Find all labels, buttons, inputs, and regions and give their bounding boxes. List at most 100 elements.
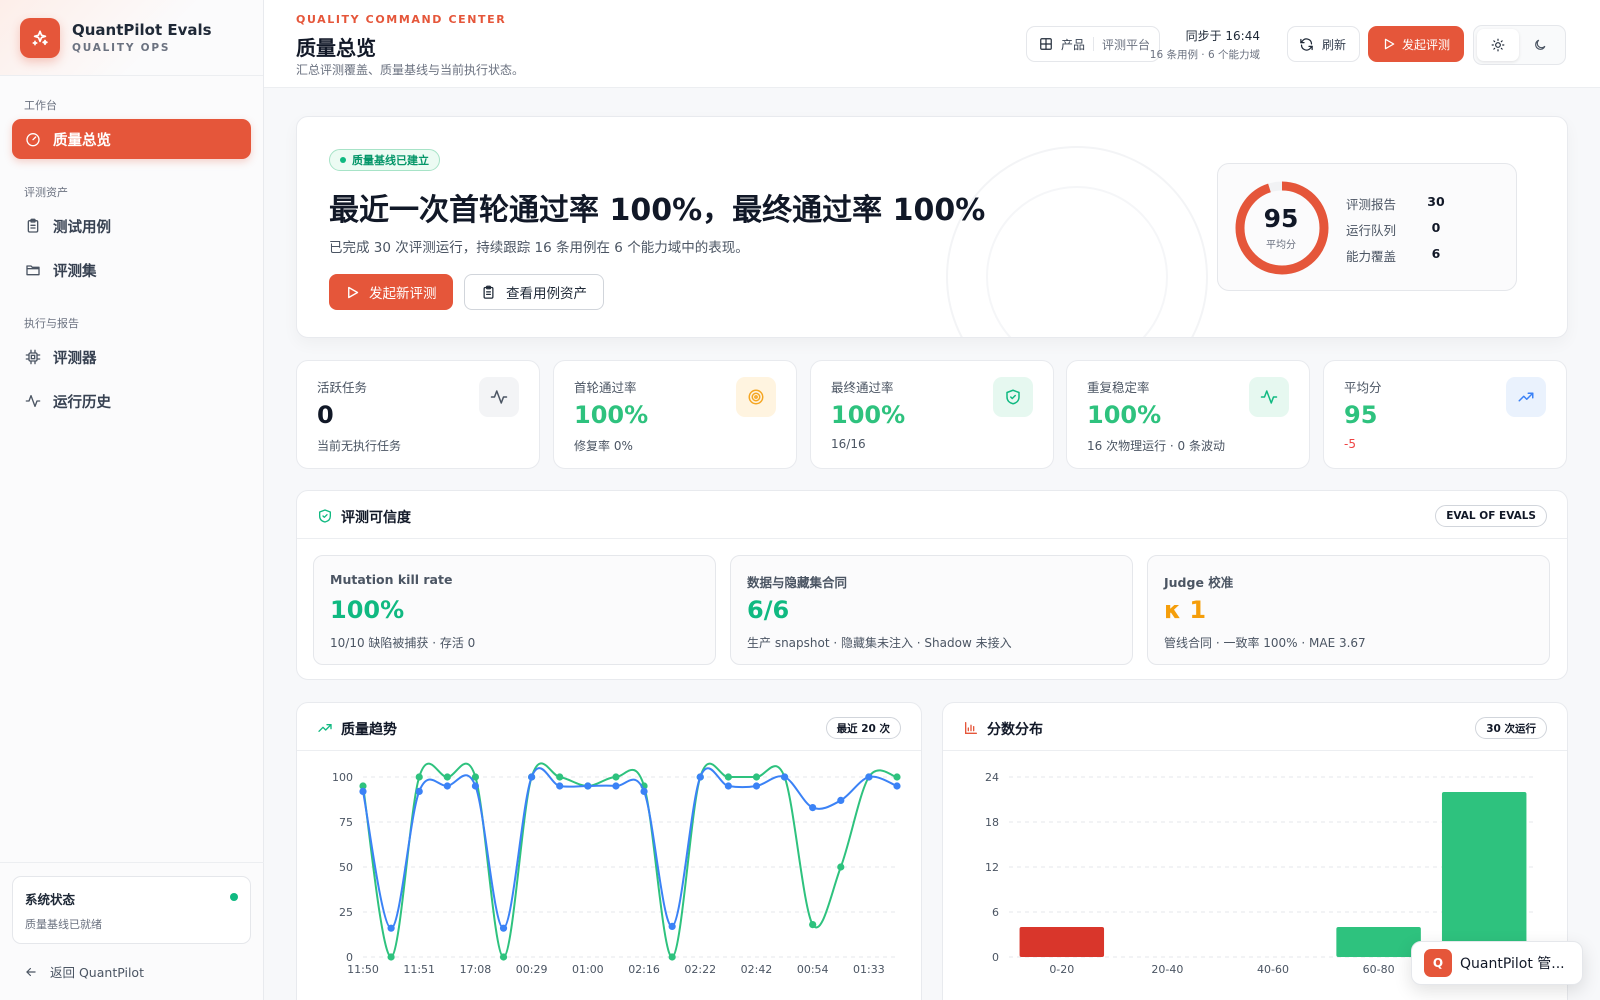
play-icon [1384, 38, 1395, 50]
quality-trend-chart: 025507510011:50 11:51 17:08 00:29 01:00 02:16… [332, 762, 901, 976]
eval-trust-section: 评测可信度 EVAL OF EVALS Mutation kill rate 1… [296, 490, 1568, 680]
data-point [528, 773, 536, 781]
y-tick-label: 0 [992, 951, 999, 964]
kpi-label: 首轮通过率 [574, 380, 637, 395]
x-tick-label: 17:08 [460, 963, 492, 976]
sun-icon [1491, 38, 1505, 52]
sidebar-item-test-cases[interactable]: 测试用例 [12, 206, 251, 246]
bar [1336, 927, 1421, 957]
data-point [471, 782, 480, 790]
kpi-label: 活跃任务 [317, 380, 368, 395]
x-tick-label: 02:42 [741, 963, 773, 976]
chip-icon [25, 349, 41, 365]
sidebar-item-evaluators[interactable]: 评测器 [12, 337, 251, 377]
kpi-active-tasks: 活跃任务 0 当前无执行任务 [296, 360, 540, 469]
page-description: 汇总评测覆盖、质量基线与当前执行状态。 [296, 63, 525, 77]
kpi-sub: 16 次物理运行 · 0 条波动 [1087, 439, 1225, 453]
sidebar-item-label: 测试用例 [53, 219, 111, 236]
sidebar-item-overview[interactable]: 质量总览 [12, 119, 251, 159]
data-point [724, 773, 732, 781]
y-tick-label: 25 [339, 906, 353, 919]
status-dot [230, 893, 238, 901]
data-point [724, 782, 732, 790]
kpi-sub: 16/16 [831, 437, 866, 451]
x-tick-label: 60-80 [1363, 963, 1395, 976]
trending-up-icon [318, 724, 332, 732]
kpi-label: 平均分 [1344, 380, 1382, 395]
eval-of-evals-badge: EVAL OF EVALS [1435, 505, 1547, 527]
y-tick-label: 12 [985, 861, 999, 874]
system-status-title: 系统状态 [25, 892, 76, 907]
kpi-label: 重复稳定率 [1087, 380, 1150, 395]
launch-eval-button[interactable]: 发起评测 [1368, 26, 1464, 62]
y-tick-label: 50 [339, 861, 353, 874]
brand[interactable]: QuantPilot Evals QUALITY OPS [0, 0, 263, 76]
data-point [387, 924, 395, 932]
y-tick-label: 24 [985, 771, 999, 784]
assistant-chip-label: QuantPilot 管... [1460, 956, 1565, 972]
sidebar-item-label: 质量总览 [53, 132, 111, 149]
back-to-quantpilot-link[interactable]: 返回 QuantPilot [24, 962, 144, 981]
kpi-value: 100% [574, 401, 649, 429]
refresh-icon [1300, 37, 1313, 51]
data-point [556, 782, 564, 790]
kpi-label: 最终通过率 [831, 380, 894, 395]
product-switcher[interactable]: 产品 评测平台 [1026, 26, 1160, 62]
moon-icon [1535, 39, 1546, 50]
average-score: 95 [1263, 204, 1299, 233]
nav-group-assets: 评测资产 [24, 186, 68, 199]
badge-dot [340, 157, 346, 163]
data-point [640, 787, 648, 795]
clipboard-icon [25, 218, 41, 234]
trending-up-icon [1506, 377, 1546, 417]
trust-card-mutation: Mutation kill rate 100% 10/10 缺陷被捕获 · 存活… [313, 555, 716, 665]
start-new-eval-button[interactable]: 发起新评测 [329, 274, 453, 310]
kpi-final-pass-rate: 最终通过率 100% 16/16 [810, 360, 1054, 469]
activity-icon [25, 393, 41, 409]
data-point [837, 796, 845, 804]
data-point [809, 921, 817, 929]
x-tick-label: 01:33 [853, 963, 885, 976]
x-tick-label: 0-20 [1049, 963, 1074, 976]
bar-chart-icon [965, 722, 977, 734]
data-point [668, 922, 676, 930]
section-header: 评测可信度 EVAL OF EVALS [297, 491, 1567, 539]
quantpilot-assistant-chip[interactable]: Q QuantPilot 管... [1411, 941, 1583, 985]
kpi-sub: -5 [1344, 437, 1356, 451]
trust-card-sub: 10/10 缺陷被捕获 · 存活 0 [330, 636, 476, 650]
refresh-button[interactable]: 刷新 [1287, 26, 1360, 62]
section-title: 分数分布 [987, 722, 1043, 738]
stat-value: 6 [1431, 246, 1441, 261]
activity-icon [479, 377, 519, 417]
data-point [865, 773, 873, 781]
light-theme-button[interactable] [1477, 29, 1519, 61]
sidebar-item-eval-sets[interactable]: 评测集 [12, 250, 251, 290]
data-point [752, 773, 761, 781]
sync-status: 同步于 16:44 16 条用例 · 6 个能力域 [1150, 27, 1260, 62]
hero-card: 质量基线已建立 最近一次首轮通过率 100%，最终通过率 100% 已完成 30… [296, 116, 1568, 338]
system-status-card: 系统状态 质量基线已就绪 [12, 876, 251, 944]
data-point [556, 773, 564, 781]
y-tick-label: 100 [332, 771, 353, 784]
data-point [584, 782, 592, 790]
arrow-left-icon [26, 967, 36, 976]
average-score-label: 平均分 [1266, 240, 1296, 251]
data-point [668, 953, 676, 961]
data-point [752, 782, 761, 790]
brand-subtitle: QUALITY OPS [72, 42, 171, 54]
dark-theme-button[interactable] [1519, 29, 1561, 61]
view-case-assets-button[interactable]: 查看用例资产 [464, 274, 604, 310]
theme-toggle [1473, 25, 1566, 65]
series-line [362, 767, 898, 930]
sidebar-item-run-history[interactable]: 运行历史 [12, 381, 251, 421]
data-point [359, 787, 367, 795]
trust-card-value: 100% [330, 596, 405, 624]
kpi-value: 100% [1087, 401, 1162, 429]
trust-card-value: 6/6 [747, 596, 790, 624]
data-point [809, 804, 817, 812]
target-icon [736, 377, 776, 417]
shield-check-icon [993, 377, 1033, 417]
kpi-average-score: 平均分 95 -5 [1323, 360, 1567, 469]
x-tick-label: 02:22 [684, 963, 716, 976]
sidebar-item-label: 运行历史 [53, 394, 111, 411]
